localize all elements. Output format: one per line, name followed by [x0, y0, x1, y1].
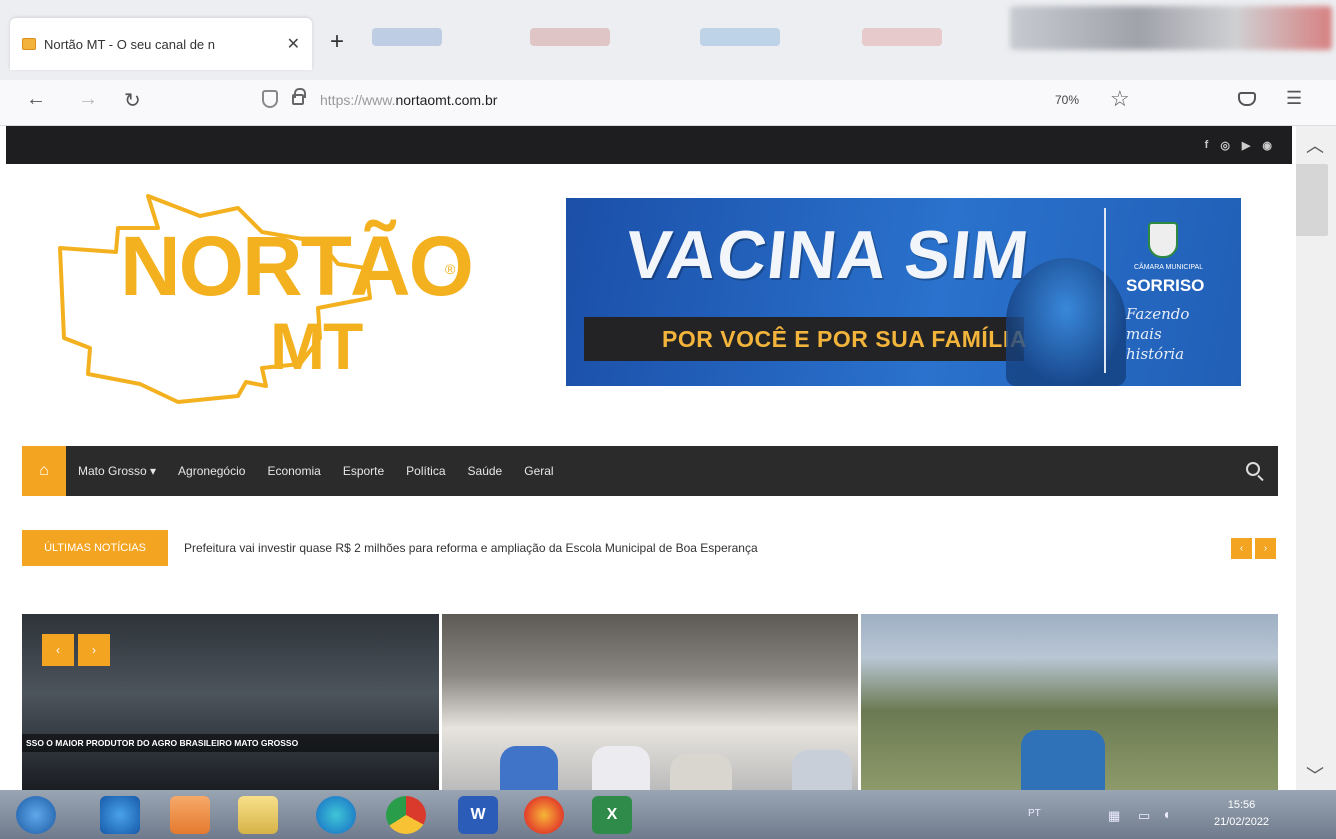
person-figure	[1021, 730, 1106, 790]
volume-icon[interactable]: ◖	[1162, 806, 1170, 822]
firefox-icon[interactable]	[524, 796, 564, 834]
crest-caption: CÂMARA MUNICIPAL	[1134, 264, 1204, 271]
media-player-icon[interactable]	[170, 796, 210, 834]
main-navigation: ⌂ Mato Grosso ▾ Agronegócio Economia Esp…	[22, 446, 1278, 496]
logo-mt-text[interactable]: MT	[270, 308, 363, 384]
person-figure	[591, 746, 650, 790]
search-icon[interactable]	[1246, 462, 1260, 476]
clock-date: 21/02/2022	[1214, 816, 1270, 828]
hamburger-menu-icon[interactable]: ☰	[1286, 88, 1302, 109]
person-figure	[669, 754, 732, 790]
blurred-tab[interactable]	[372, 28, 442, 46]
home-icon[interactable]: ⌂	[22, 446, 66, 496]
nav-item-mato-grosso[interactable]: Mato Grosso ▾	[78, 464, 156, 478]
padlock-icon[interactable]	[292, 88, 306, 105]
internet-explorer-icon[interactable]	[100, 796, 140, 834]
tracking-shield-icon[interactable]	[262, 90, 278, 108]
bookmark-star-icon[interactable]: ☆	[1110, 86, 1130, 112]
registered-mark: ®	[445, 261, 456, 277]
nav-item-economia[interactable]: Economia	[267, 464, 320, 478]
excel-icon[interactable]: X	[592, 796, 632, 834]
blurred-tab[interactable]	[862, 28, 942, 46]
featured-photo-meeting[interactable]	[441, 614, 859, 790]
tab-title: Nortão MT - O seu canal de n	[44, 36, 216, 52]
scroll-thumb[interactable]	[1294, 164, 1328, 236]
word-icon[interactable]: W	[458, 796, 498, 834]
new-tab-button[interactable]: +	[330, 28, 344, 56]
url-domain: nortaomt.com.br	[395, 92, 498, 108]
scroll-down-icon[interactable]: ﹀	[1306, 762, 1324, 788]
banner-divider	[1104, 208, 1106, 373]
facebook-icon[interactable]: f	[1205, 139, 1209, 151]
forward-arrow-icon[interactable]: →	[78, 88, 98, 111]
ticker-label: ÚLTIMAS NOTÍCIAS	[22, 530, 168, 566]
featured-news-grid: ‹ › SSO O MAIOR PRODUTOR DO AGRO BRASILE…	[22, 614, 1279, 790]
news-ticker: ÚLTIMAS NOTÍCIAS Prefeitura vai investir…	[22, 530, 1278, 566]
language-indicator[interactable]: PT	[1028, 808, 1041, 819]
web-page: f ◎ ▶ ◉ NORTÃO MT ® VACINA SIM POR VOCÊ …	[0, 126, 1296, 790]
window-controls[interactable]	[1010, 6, 1332, 50]
network-icon[interactable]: ▦	[1108, 808, 1120, 824]
nav-item-saude[interactable]: Saúde	[468, 464, 503, 478]
crest-slogan: Fazendo mais história	[1126, 305, 1190, 363]
instagram-icon[interactable]: ◎	[1220, 139, 1230, 152]
slider-prev-button[interactable]: ‹	[42, 634, 74, 666]
browser-tab[interactable]: Nortão MT - O seu canal de n ✕	[10, 18, 312, 70]
zoom-level[interactable]: 70%	[1055, 93, 1079, 107]
nav-item-politica[interactable]: Política	[406, 464, 445, 478]
municipal-crest-icon	[1148, 222, 1178, 258]
pocket-icon[interactable]	[1238, 92, 1256, 106]
nav-item-esporte[interactable]: Esporte	[343, 464, 384, 478]
blurred-tab[interactable]	[530, 28, 610, 46]
logo-nortao-text[interactable]: NORTÃO	[120, 218, 474, 315]
blurred-tab[interactable]	[700, 28, 780, 46]
ticker-prev-button[interactable]: ‹	[1231, 538, 1252, 559]
scroll-up-icon[interactable]: ︿	[1306, 132, 1324, 158]
action-center-icon[interactable]: ▭	[1138, 808, 1150, 824]
crest-name: SORRISO	[1126, 276, 1205, 295]
person-figure	[791, 750, 852, 790]
nav-item-geral[interactable]: Geral	[524, 464, 553, 478]
clock-time: 15:56	[1227, 799, 1256, 811]
featured-photo-outdoor[interactable]	[861, 614, 1279, 790]
social-top-bar: f ◎ ▶ ◉	[6, 126, 1292, 164]
person-figure	[499, 746, 558, 790]
browser-toolbar	[0, 80, 1336, 126]
slider-next-button[interactable]: ›	[78, 634, 110, 666]
ticker-next-button[interactable]: ›	[1255, 538, 1276, 559]
file-explorer-icon[interactable]	[238, 796, 278, 834]
featured-slide-stadium[interactable]: ‹ › SSO O MAIOR PRODUTOR DO AGRO BRASILE…	[22, 614, 439, 790]
banner-figure-image	[1006, 258, 1126, 386]
nav-item-agronegocio[interactable]: Agronegócio	[178, 464, 245, 478]
edge-icon[interactable]	[316, 796, 356, 834]
youtube-icon[interactable]: ▶	[1242, 139, 1250, 152]
back-arrow-icon[interactable]: ←	[26, 88, 46, 111]
start-button-icon[interactable]	[16, 796, 56, 834]
pinterest-icon[interactable]: ◉	[1262, 139, 1272, 152]
slide-caption: SSO O MAIOR PRODUTOR DO AGRO BRASILEIRO …	[22, 734, 439, 752]
folder-favicon-icon	[22, 38, 36, 50]
ticker-headline[interactable]: Prefeitura vai investir quase R$ 2 milhõ…	[184, 541, 758, 555]
vaccine-banner-ad[interactable]: VACINA SIM POR VOCÊ E POR SUA FAMÍLIA CÂ…	[566, 198, 1241, 386]
url-prefix: https://www.	[320, 92, 396, 108]
banner-headline: VACINA SIM	[622, 217, 1033, 293]
close-tab-icon[interactable]: ✕	[287, 34, 300, 54]
taskbar-clock[interactable]: 15:56 21/02/2022	[1214, 797, 1269, 831]
address-bar[interactable]: https://www.nortaomt.com.br	[320, 92, 497, 108]
reload-icon[interactable]: ↻	[124, 88, 141, 113]
chrome-icon[interactable]	[386, 796, 426, 834]
banner-subline: POR VOCÊ E POR SUA FAMÍLIA	[662, 326, 1027, 352]
